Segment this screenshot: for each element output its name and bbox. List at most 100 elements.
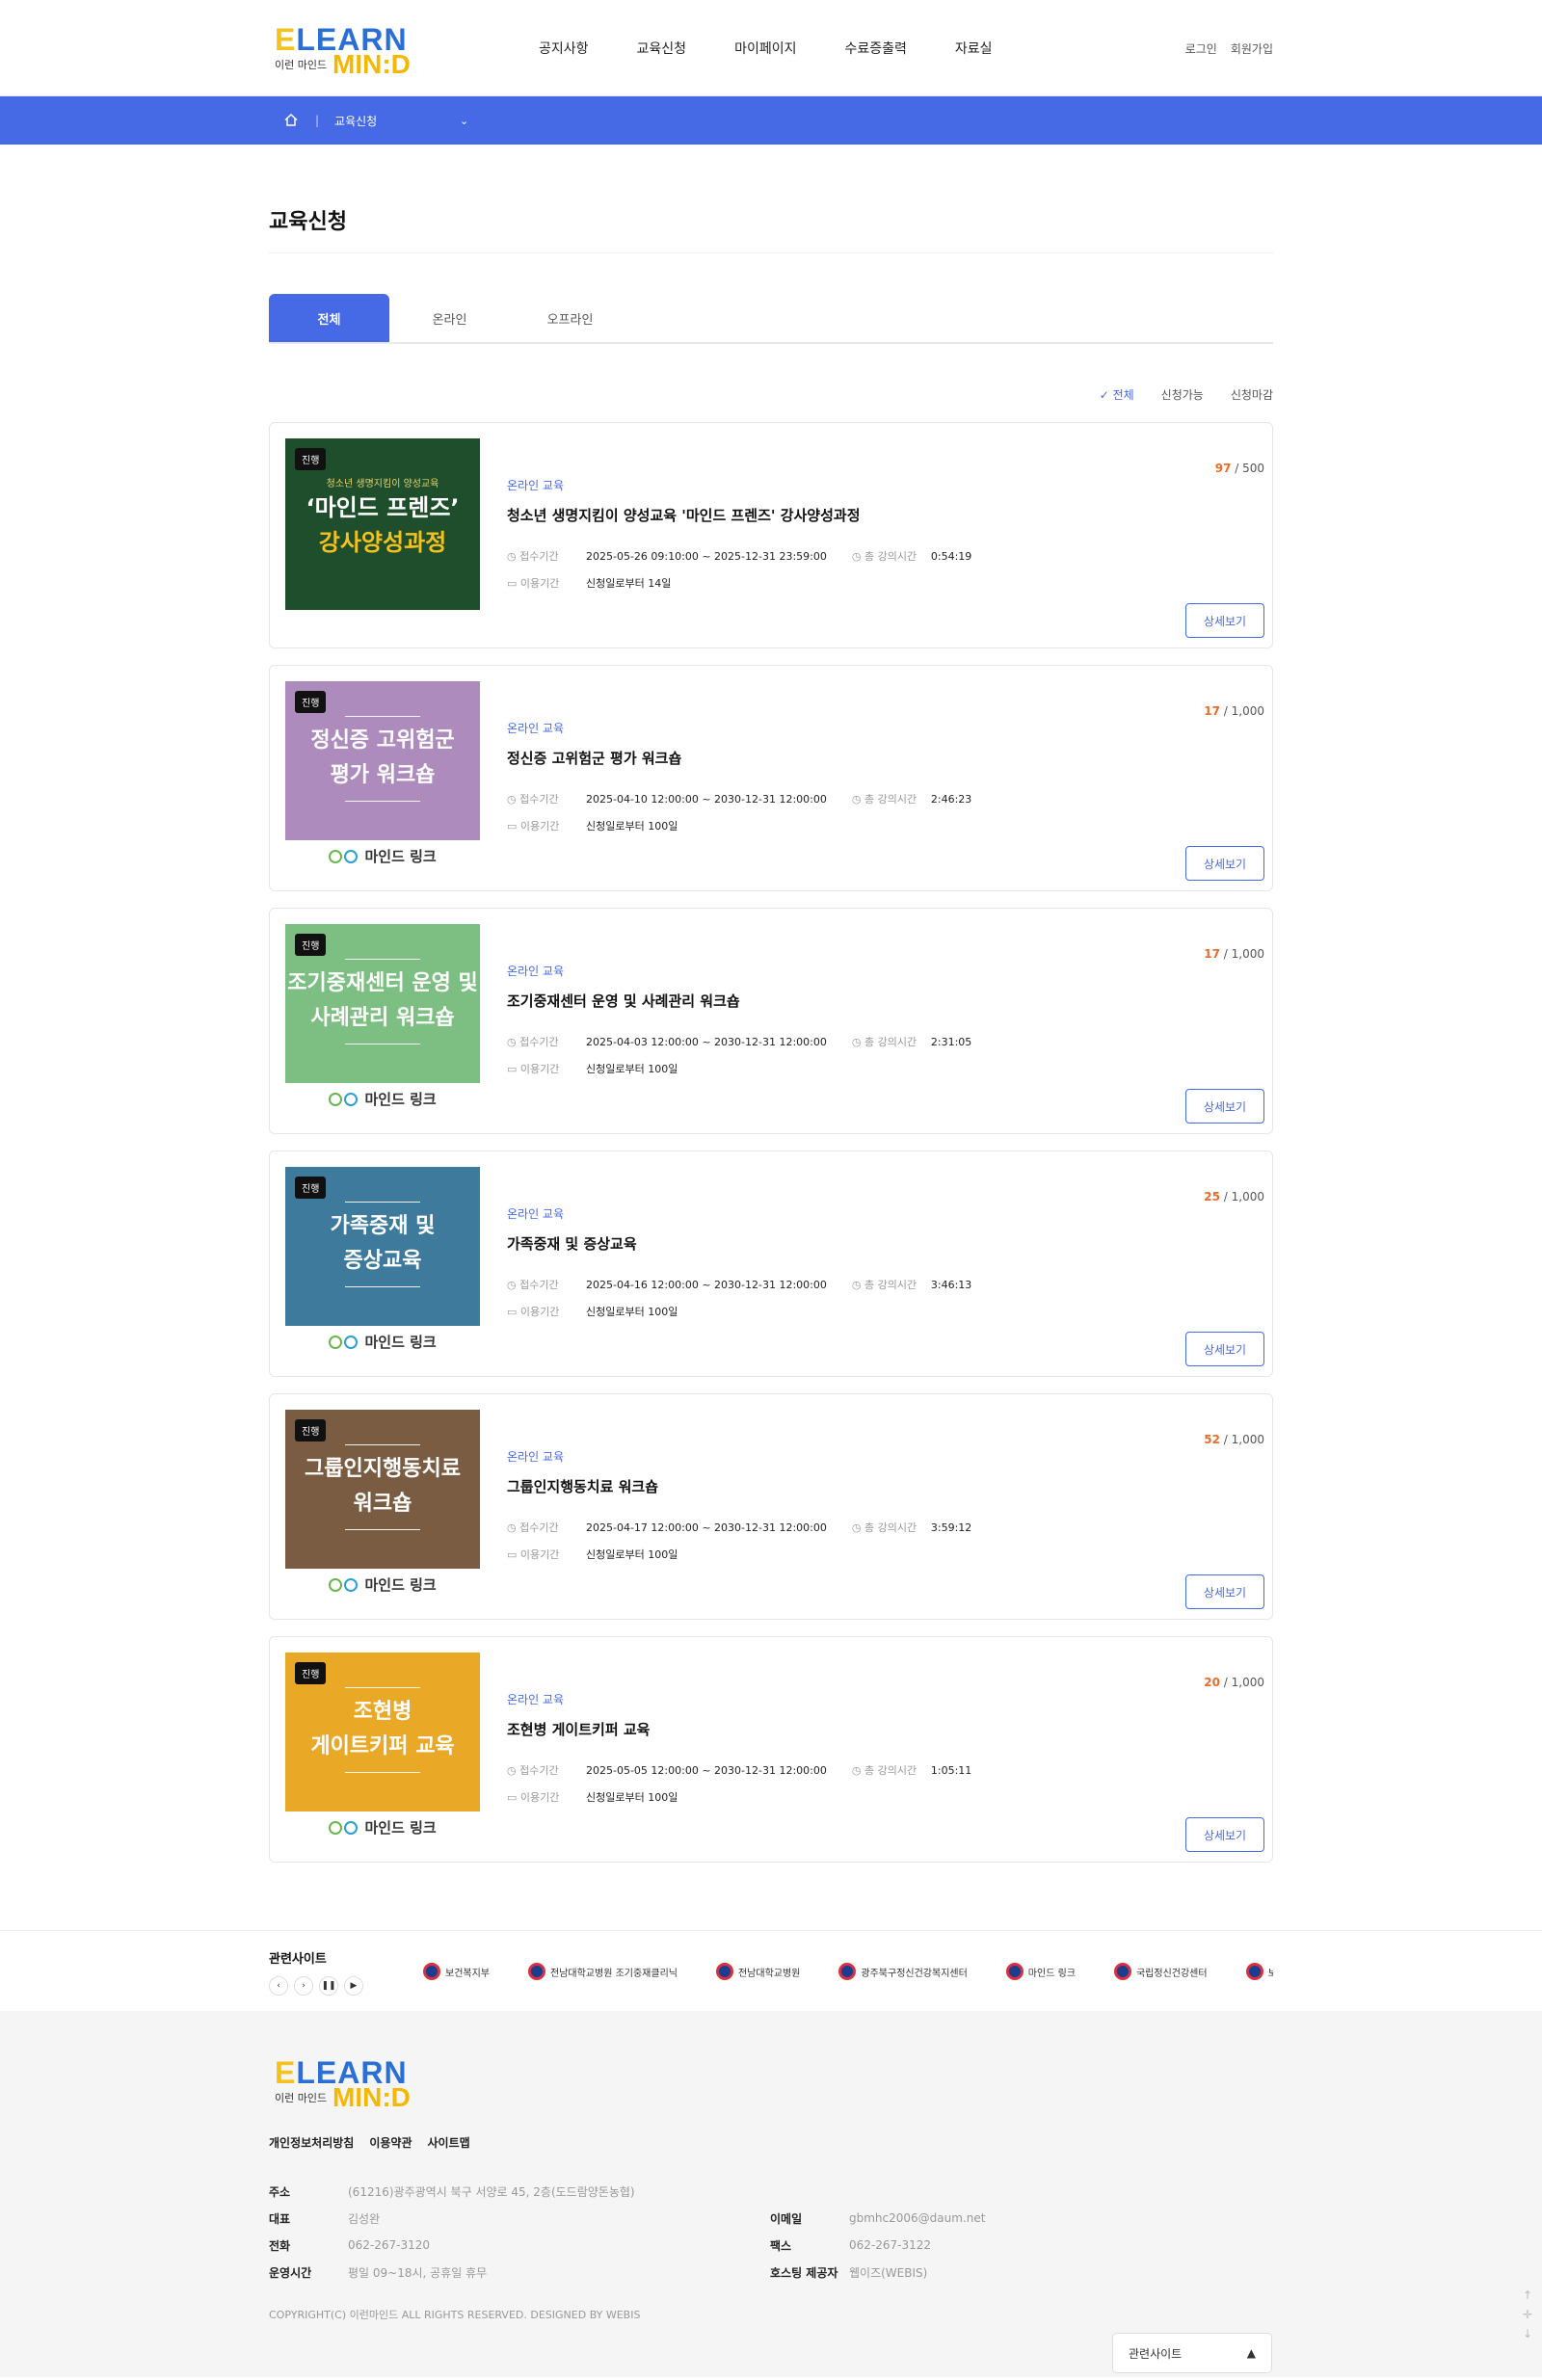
logo-mind: MIN:D: [332, 49, 411, 79]
thumb-title-line2: 증상교육: [343, 1249, 422, 1273]
clock-icon: ◷: [851, 1521, 864, 1534]
course-meta: ◷ 접수기간 2025-04-16 12:00:00 ~ 2030-12-31 1…: [507, 1277, 1257, 1292]
detail-button[interactable]: 상세보기: [1185, 1089, 1264, 1124]
usage-label: ▭ 이용기간: [507, 1548, 560, 1561]
related-logo[interactable]: 전남대학교병원 조기중재클리닉: [528, 1963, 678, 1980]
tab-offline[interactable]: 오프라인: [510, 294, 630, 342]
site-logo[interactable]: ELEARN 이런 마인드 MIN:D: [269, 14, 423, 82]
course-meta: ◷ 접수기간 2025-04-10 12:00:00 ~ 2030-12-31 1…: [507, 791, 1257, 807]
detail-button[interactable]: 상세보기: [1185, 603, 1264, 638]
course-category: 온라인 교육: [507, 965, 565, 978]
page-title: 교육신청: [269, 204, 1273, 253]
detail-button[interactable]: 상세보기: [1185, 1817, 1264, 1852]
course-thumbnail[interactable]: 진행 청소년 생명지킴이 양성교육 ‘마인드 프렌즈’ 강사양성과정: [285, 438, 480, 631]
org-logo-icon: [528, 1963, 545, 1980]
play-icon[interactable]: ▶: [344, 1975, 363, 1996]
nav-certificate[interactable]: 수료증출력: [844, 39, 906, 58]
pause-icon[interactable]: ❚❚: [319, 1975, 338, 1996]
related-logo[interactable]: 국립정신건강센터: [1113, 1963, 1208, 1980]
course-duration: 3:59:12: [930, 1521, 972, 1534]
course-title[interactable]: 청소년 생명지킴이 양성교육 '마인드 프렌즈' 강사양성과정: [507, 505, 1257, 525]
arrow-up-icon[interactable]: ↑: [1523, 2288, 1532, 2302]
duration-label: ◷ 총 강의시간: [851, 793, 917, 806]
course-thumbnail[interactable]: 진행 정신증 고위험군 평가 워크숍 마인드 링크: [285, 681, 480, 874]
detail-button[interactable]: 상세보기: [1185, 1332, 1264, 1366]
nav-archive[interactable]: 자료실: [955, 39, 993, 58]
next-icon[interactable]: ›: [294, 1975, 313, 1996]
course-thumbnail[interactable]: 진행 조현병 게이트키퍼 교육 마인드 링크: [285, 1653, 480, 1845]
thumb-brand: 마인드 링크: [285, 1089, 480, 1109]
related-logo[interactable]: 보건: [1245, 1963, 1273, 1980]
course-title[interactable]: 가족중재 및 증상교육: [507, 1233, 1257, 1254]
detail-button[interactable]: 상세보기: [1185, 1574, 1264, 1609]
course-usage-value: 신청일로부터 100일: [586, 820, 678, 833]
tab-all[interactable]: 전체: [269, 294, 389, 342]
course-duration: 0:54:19: [930, 550, 972, 563]
clock-icon: ◷: [851, 550, 864, 563]
course-period: 2025-04-17 12:00:00 ~ 2030-12-31 12:00:0…: [586, 1521, 827, 1534]
breadcrumb-current[interactable]: 교육신청: [334, 113, 460, 129]
course-title[interactable]: 조기중재센터 운영 및 사례관리 워크숍: [507, 991, 1257, 1011]
footer-row: 이메일 gbmhc2006@daum.net: [770, 2211, 986, 2226]
privacy-link[interactable]: 개인정보처리방침: [269, 2134, 354, 2151]
mindlink-icon: [344, 1821, 359, 1835]
usage-label: ▭ 이용기간: [507, 1063, 560, 1075]
duration-label: ◷ 총 강의시간: [851, 1521, 917, 1534]
course-thumbnail[interactable]: 진행 그룹인지행동치료 워크숍 마인드 링크: [285, 1410, 480, 1602]
mindlink-icon: [344, 1093, 359, 1106]
filter-closed[interactable]: 신청마감: [1231, 386, 1273, 403]
thumb-title-line1: 그룹인지행동치료: [305, 1457, 461, 1481]
sitemap-link[interactable]: 사이트맵: [428, 2134, 470, 2151]
course-usage-value: 신청일로부터 100일: [586, 1791, 678, 1804]
arrow-down-icon[interactable]: ↓: [1523, 2327, 1532, 2340]
mindlink-icon: [344, 1578, 359, 1592]
calendar-icon: ▭: [507, 1791, 520, 1804]
filter-all[interactable]: ✓ 전체: [1100, 386, 1134, 403]
status-badge: 진행: [295, 691, 327, 713]
course-thumbnail[interactable]: 진행 가족중재 및 증상교육 마인드 링크: [285, 1167, 480, 1360]
clock-icon: ◷: [507, 1036, 520, 1048]
clock-icon: ◷: [851, 1036, 864, 1048]
course-usage: ▭ 이용기간 신청일로부터 100일: [507, 1547, 1257, 1562]
clock-icon: ◷: [507, 1279, 520, 1291]
period-label: ◷ 접수기간: [507, 793, 559, 806]
period-label: ◷ 접수기간: [507, 1036, 559, 1048]
course-category: 온라인 교육: [507, 1693, 565, 1706]
category-tabs: 전체 온라인 오프라인: [269, 294, 1273, 344]
detail-button[interactable]: 상세보기: [1185, 846, 1264, 881]
signup-link[interactable]: 회원가입: [1231, 40, 1273, 57]
calendar-icon: ▭: [507, 820, 520, 833]
prev-icon[interactable]: ‹: [269, 1975, 288, 1996]
course-list: 진행 청소년 생명지킴이 양성교육 ‘마인드 프렌즈’ 강사양성과정 온라인 교…: [269, 422, 1273, 1863]
terms-link[interactable]: 이용약관: [369, 2134, 412, 2151]
course-usage-value: 신청일로부터 100일: [586, 1063, 678, 1075]
course-period: 2025-05-26 09:10:00 ~ 2025-12-31 23:59:0…: [586, 550, 827, 563]
course-meta: ◷ 접수기간 2025-05-05 12:00:00 ~ 2030-12-31 1…: [507, 1762, 1257, 1778]
thumb-brand: 마인드 링크: [285, 846, 480, 866]
mindlink-icon: [329, 1093, 343, 1106]
course-title[interactable]: 정신증 고위험군 평가 워크숍: [507, 748, 1257, 768]
course-period: 2025-04-16 12:00:00 ~ 2030-12-31 12:00:0…: [586, 1279, 827, 1291]
nav-apply[interactable]: 교육신청: [637, 39, 687, 58]
login-link[interactable]: 로그인: [1185, 40, 1217, 57]
nav-notice[interactable]: 공지사항: [539, 39, 589, 58]
course-meta: ◷ 접수기간 2025-04-03 12:00:00 ~ 2030-12-31 1…: [507, 1034, 1257, 1049]
related-logo[interactable]: 보건복지부: [423, 1963, 490, 1980]
related-logo[interactable]: 광주북구정신건강복지센터: [838, 1963, 968, 1980]
filter-available[interactable]: 신청가능: [1161, 386, 1204, 403]
course-meta: ◷ 접수기간 2025-04-17 12:00:00 ~ 2030-12-31 1…: [507, 1520, 1257, 1535]
course-category: 온라인 교육: [507, 1207, 565, 1221]
course-title[interactable]: 조현병 게이트키퍼 교육: [507, 1719, 1257, 1739]
related-logo[interactable]: 마인드 링크: [1005, 1963, 1076, 1980]
family-site-select[interactable]: 관련사이트 ▲: [1112, 2333, 1272, 2373]
course-usage-value: 신청일로부터 100일: [586, 1306, 678, 1318]
chevron-down-icon[interactable]: ⌄: [460, 115, 468, 127]
home-icon[interactable]: [284, 113, 300, 127]
course-thumbnail[interactable]: 진행 조기중재센터 운영 및 사례관리 워크숍 마인드 링크: [285, 924, 480, 1117]
course-title[interactable]: 그룹인지행동치료 워크숍: [507, 1476, 1257, 1496]
util-links: 로그인 회원가입: [1185, 40, 1273, 57]
related-logo[interactable]: 전남대학교병원: [715, 1963, 800, 1980]
tab-online[interactable]: 온라인: [389, 294, 510, 342]
move-icon[interactable]: ✛: [1523, 2308, 1532, 2321]
nav-mypage[interactable]: 마이페이지: [734, 39, 796, 58]
